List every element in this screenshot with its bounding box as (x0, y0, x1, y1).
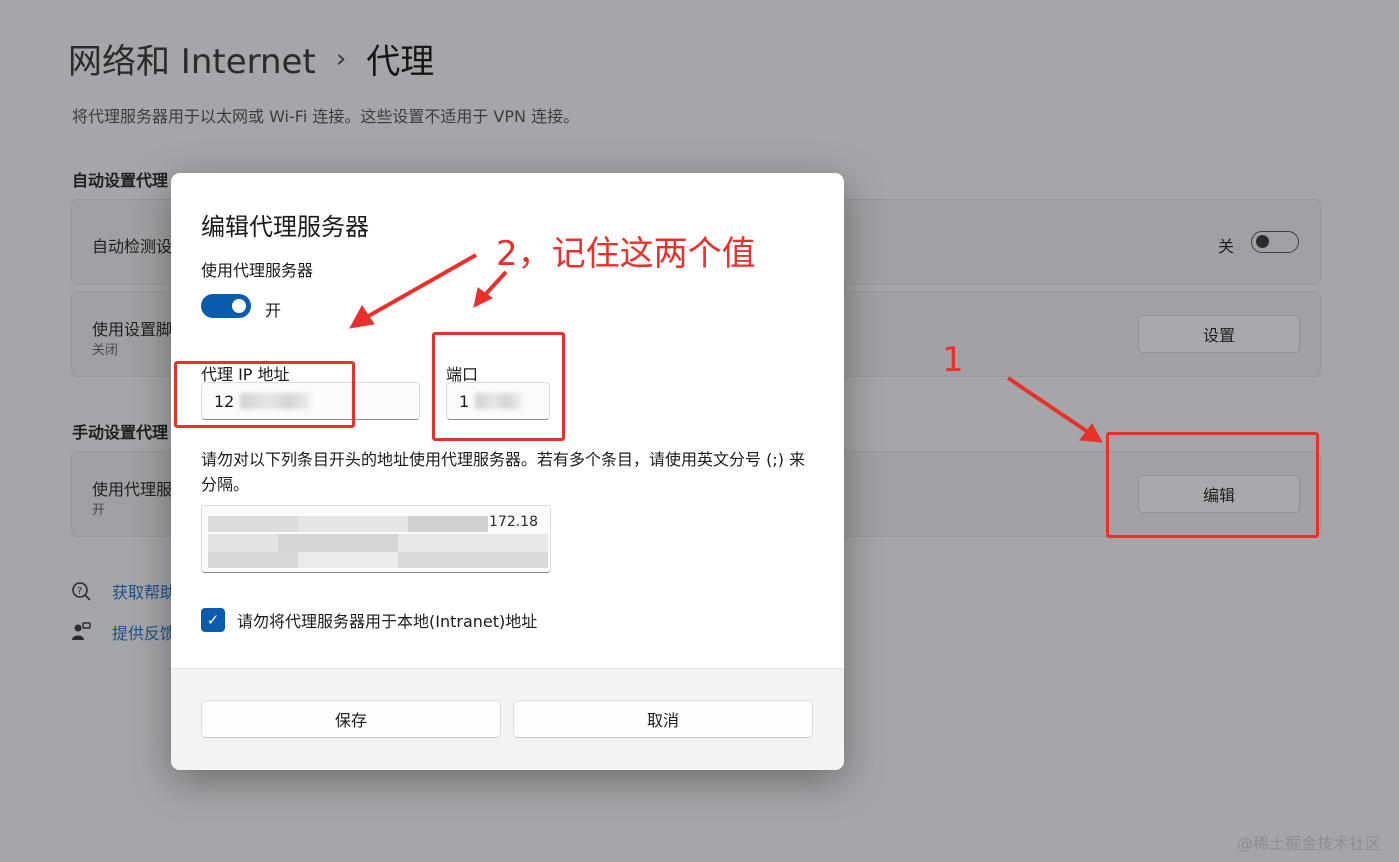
arrow-to-edit (1006, 376, 1090, 434)
watermark: @稀土掘金技术社区 (1236, 834, 1381, 853)
annotation-arrows (349, 253, 1103, 443)
arrow-to-port (482, 270, 508, 298)
arrow-to-ip (364, 253, 477, 320)
